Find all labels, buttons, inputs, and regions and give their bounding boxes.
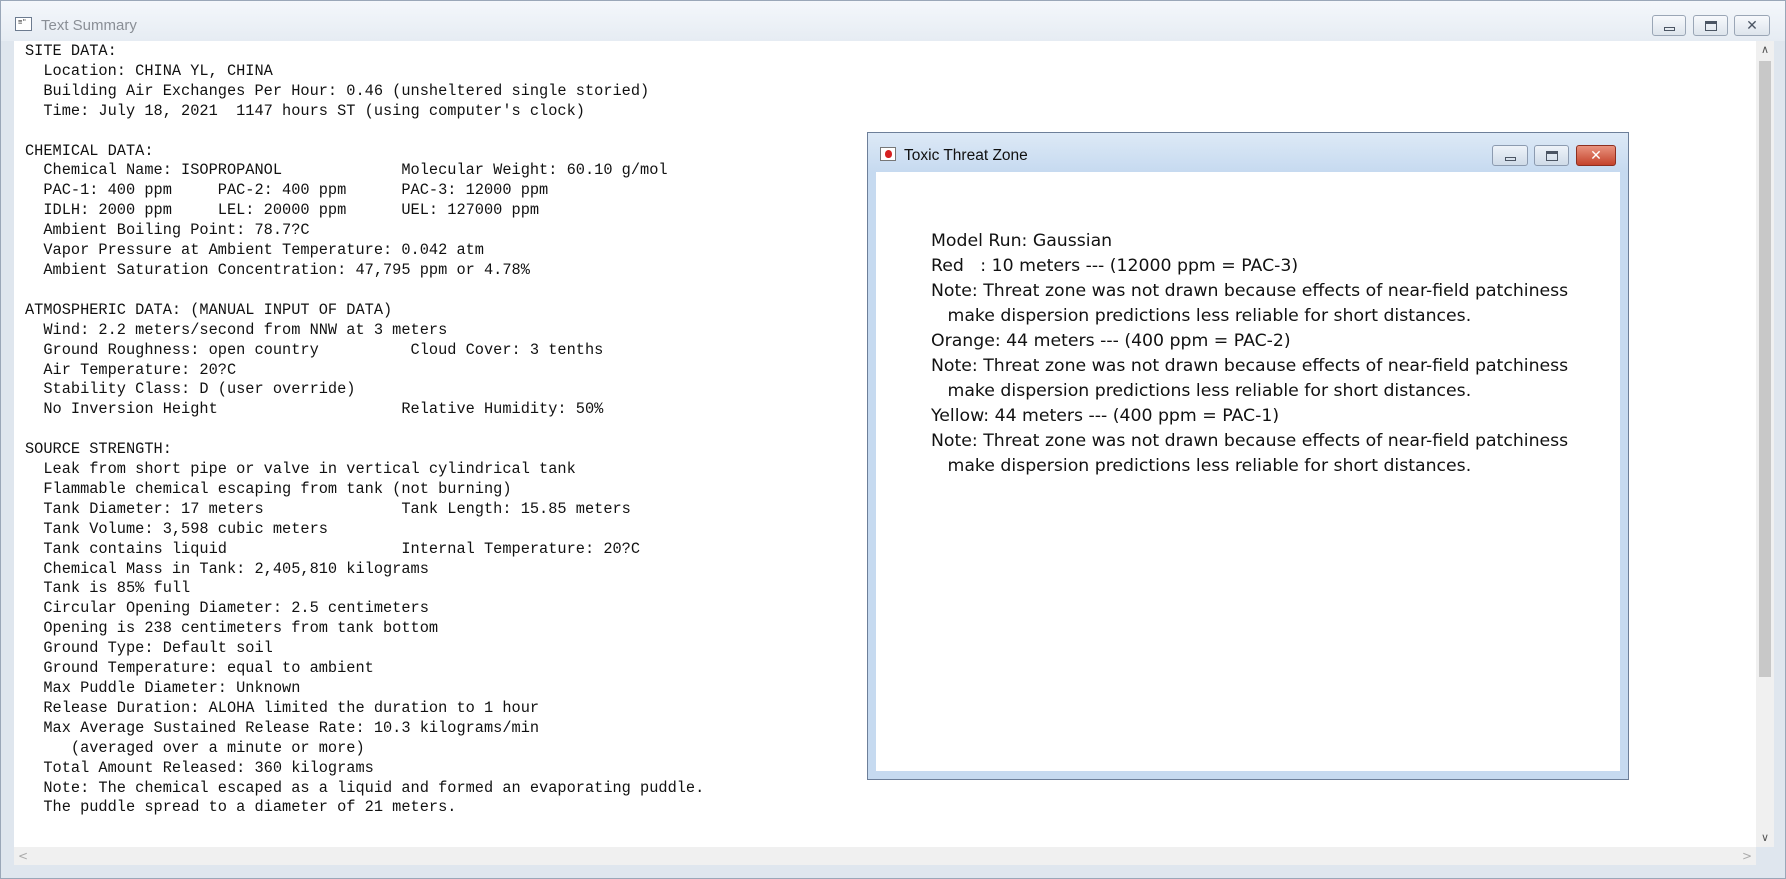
summary-line: Total Amount Released: 360 kilograms: [25, 758, 374, 777]
threat-zone-line: make dispersion predictions less reliabl…: [931, 456, 1472, 476]
window-title: Text Summary: [41, 17, 137, 34]
summary-line: Location: CHINA YL, CHINA: [25, 61, 273, 80]
red-drop-icon: [885, 150, 892, 158]
summary-line: Vapor Pressure at Ambient Temperature: 0…: [25, 241, 484, 260]
maximize-icon: [1704, 20, 1717, 31]
summary-line: Chemical Mass in Tank: 2,405,810 kilogra…: [25, 559, 429, 578]
maximize-button[interactable]: [1693, 15, 1728, 36]
summary-line: [25, 281, 704, 301]
summary-line: SITE DATA:: [25, 42, 117, 60]
summary-line: Tank is 85% full: [25, 579, 191, 598]
close-icon: ✕: [1590, 147, 1602, 164]
summary-line: Release Duration: ALOHA limited the dura…: [25, 698, 540, 717]
summary-line: [25, 122, 704, 142]
alert-drop-icon: [880, 147, 896, 161]
threat-minimize-button[interactable]: [1492, 145, 1528, 166]
threat-zone-line: make dispersion predictions less reliabl…: [931, 381, 1472, 401]
summary-line: Chemical Name: ISOPROPANOL Molecular Wei…: [25, 161, 668, 180]
summary-line: Opening is 238 centimeters from tank bot…: [25, 619, 439, 638]
summary-line: Tank Volume: 3,598 cubic meters: [25, 519, 328, 538]
threat-zone-line: Note: Threat zone was not drawn because …: [931, 281, 1569, 301]
threat-zone-line: Red : 10 meters --- (12000 ppm = PAC-3): [931, 256, 1299, 276]
scroll-left-icon[interactable]: <: [14, 847, 32, 865]
vertical-scroll-thumb[interactable]: [1759, 61, 1771, 677]
summary-line: The puddle spread to a diameter of 21 me…: [25, 798, 457, 817]
threat-title-bar[interactable]: Toxic Threat Zone ✕: [868, 133, 1628, 172]
threat-zone-line: make dispersion predictions less reliabl…: [931, 306, 1472, 326]
threat-zone-text: Model Run: Gaussian Red : 10 meters --- (…: [931, 229, 1568, 479]
minimize-icon: [1504, 156, 1516, 161]
horizontal-scrollbar[interactable]: < >: [14, 847, 1756, 865]
summary-line: Ground Roughness: open country Cloud Cov…: [25, 340, 604, 359]
threat-zone-line: Model Run: Gaussian: [931, 231, 1113, 251]
threat-close-button[interactable]: ✕: [1576, 145, 1616, 166]
summary-line: Ground Type: Default soil: [25, 639, 273, 658]
minimize-button[interactable]: [1652, 15, 1686, 36]
maximize-icon: [1545, 150, 1558, 161]
close-icon: ✕: [1746, 17, 1758, 34]
summary-line: Circular Opening Diameter: 2.5 centimete…: [25, 599, 429, 618]
summary-line: ATMOSPHERIC DATA: (MANUAL INPUT OF DATA): [25, 300, 393, 319]
summary-line: Tank contains liquid Internal Temperatur…: [25, 539, 641, 558]
summary-line: PAC-1: 400 ppm PAC-2: 400 ppm PAC-3: 120…: [25, 181, 549, 200]
summary-line: Ambient Saturation Concentration: 47,795…: [25, 260, 530, 279]
summary-line: Ambient Boiling Point: 78.7?C: [25, 221, 310, 240]
threat-window-title: Toxic Threat Zone: [904, 147, 1028, 164]
close-button[interactable]: ✕: [1734, 15, 1770, 36]
minimize-icon: [1663, 26, 1675, 31]
threat-zone-line: Yellow: 44 meters --- (400 ppm = PAC-1): [931, 406, 1280, 426]
summary-line: Note: The chemical escaped as a liquid a…: [25, 778, 705, 797]
summary-line: SOURCE STRENGTH:: [25, 440, 172, 459]
toxic-threat-zone-window: Toxic Threat Zone ✕ Model Run: Gaussian R…: [867, 132, 1629, 780]
scroll-up-icon[interactable]: ∧: [1756, 41, 1774, 59]
threat-zone-line: Note: Threat zone was not drawn because …: [931, 356, 1569, 376]
summary-line: IDLH: 2000 ppm LEL: 20000 ppm UEL: 12700…: [25, 201, 540, 220]
summary-line: Wind: 2.2 meters/second from NNW at 3 me…: [25, 320, 448, 339]
summary-line: Flammable chemical escaping from tank (n…: [25, 479, 512, 498]
summary-line: No Inversion Height Relative Humidity: 5…: [25, 400, 604, 419]
threat-zone-line: Orange: 44 meters --- (400 ppm = PAC-2): [931, 331, 1291, 351]
threat-maximize-button[interactable]: [1534, 145, 1569, 166]
threat-zone-line: Note: Threat zone was not drawn because …: [931, 431, 1569, 451]
summary-text: SITE DATA: Location: CHINA YL, CHINA Bui…: [25, 42, 704, 818]
summary-line: Max Puddle Diameter: Unknown: [25, 679, 301, 697]
vertical-scrollbar[interactable]: ∧ ∨: [1756, 41, 1774, 847]
scroll-down-icon[interactable]: ∨: [1756, 829, 1774, 847]
summary-line: Stability Class: D (user override): [25, 380, 356, 399]
summary-line: (averaged over a minute or more): [25, 738, 365, 757]
app-icon: ≡": [15, 17, 32, 31]
summary-line: Time: July 18, 2021 1147 hours ST (using…: [25, 101, 585, 120]
summary-line: Air Temperature: 20?C: [25, 360, 237, 379]
summary-line: Leak from short pipe or valve in vertica…: [25, 460, 576, 479]
summary-line: Max Average Sustained Release Rate: 10.3…: [25, 718, 540, 737]
summary-line: Tank Diameter: 17 meters Tank Length: 15…: [25, 499, 631, 518]
summary-line: Building Air Exchanges Per Hour: 0.46 (u…: [25, 81, 650, 100]
threat-zone-content: Model Run: Gaussian Red : 10 meters --- (…: [876, 172, 1620, 771]
summary-line: CHEMICAL DATA:: [25, 141, 154, 160]
summary-line: [25, 420, 704, 440]
title-bar[interactable]: ≡" Text Summary ✕: [1, 1, 1785, 41]
summary-line: Ground Temperature: equal to ambient: [25, 659, 374, 678]
scroll-right-icon[interactable]: >: [1738, 847, 1756, 865]
